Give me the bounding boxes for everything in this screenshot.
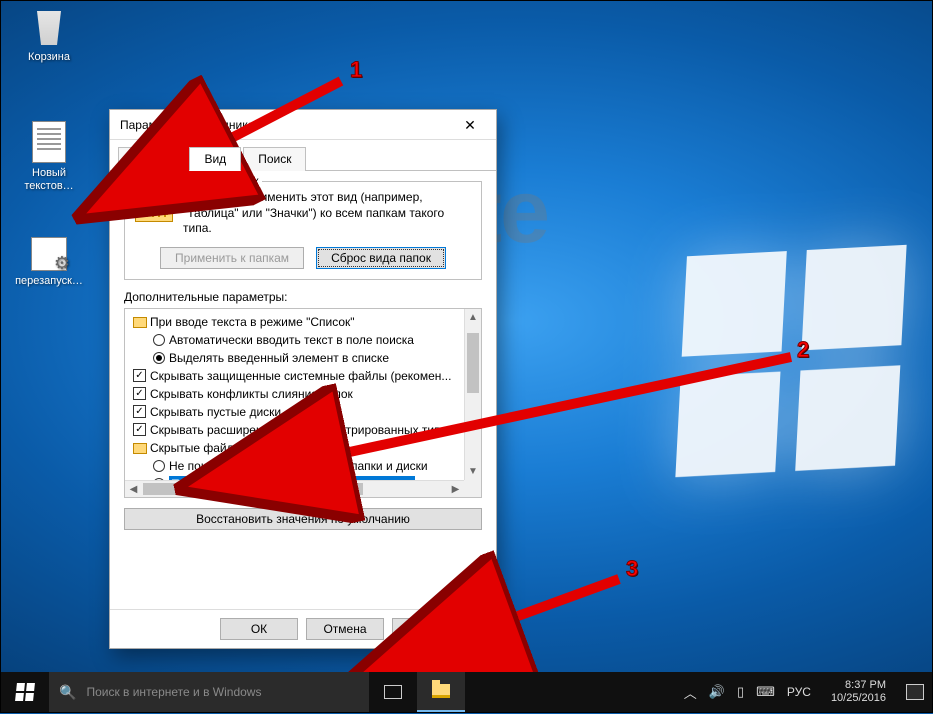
dialog-body: Представление папок Вы можете применить … xyxy=(110,171,496,609)
tree-row[interactable]: Скрывать расширения для зарегистрированн… xyxy=(127,421,482,439)
tree-row[interactable]: Скрывать пустые диски xyxy=(127,403,482,421)
clock-date: 10/25/2016 xyxy=(831,692,886,705)
taskbar: 🔍 Поиск в интернете и в Windows ︿ 🔊 ▯ ⌨ … xyxy=(1,672,932,712)
tree-row-label: Автоматически вводить текст в поле поиск… xyxy=(169,333,414,347)
tree-row-label: При вводе текста в режиме "Список" xyxy=(150,315,355,329)
recycle-bin-icon xyxy=(29,7,69,47)
dialog-footer: ОК Отмена Применить xyxy=(110,609,496,648)
checkbox[interactable] xyxy=(133,405,146,418)
clock-time: 8:37 PM xyxy=(831,679,886,692)
task-view-button[interactable] xyxy=(369,672,417,712)
folder-view-description: Вы можете применить этот вид (например, … xyxy=(183,190,471,237)
taskbar-app-explorer[interactable] xyxy=(417,672,465,712)
tree-row[interactable]: Скрывать защищенные системные файлы (рек… xyxy=(127,367,482,385)
tree-row[interactable]: Скрывать конфликты слияния папок xyxy=(127,385,482,403)
apply-button[interactable]: Применить xyxy=(392,618,484,640)
tree-row-label: Выделять введенный элемент в списке xyxy=(169,351,389,365)
taskbar-clock[interactable]: 8:37 PM 10/25/2016 xyxy=(823,679,894,704)
annotation-number-2: 2 xyxy=(797,337,809,363)
scroll-right-arrow[interactable]: ▶ xyxy=(447,481,464,497)
folder-icon xyxy=(133,317,147,328)
tree-row[interactable]: Выделять введенный элемент в списке xyxy=(127,349,482,367)
horizontal-scrollbar[interactable]: ◀ ▶ xyxy=(125,480,464,497)
windows-logo-icon xyxy=(15,683,35,701)
checkbox[interactable] xyxy=(133,423,146,436)
system-tray: ︿ 🔊 ▯ ⌨ РУС 8:37 PM 10/25/2016 xyxy=(676,672,932,712)
desktop-icon-text-doc[interactable]: Новый текстов… xyxy=(11,121,87,193)
radio-button[interactable] xyxy=(153,334,165,346)
tree-row-label: Скрывать защищенные системные файлы (рек… xyxy=(150,369,451,383)
action-center-button[interactable] xyxy=(906,684,924,700)
tree-row-label: Скрывать конфликты слияния папок xyxy=(150,387,353,401)
restore-defaults-button[interactable]: Восстановить значения по умолчанию xyxy=(124,508,482,530)
scroll-thumb-v[interactable] xyxy=(467,333,479,393)
annotation-number-3: 3 xyxy=(626,556,638,582)
start-button[interactable] xyxy=(1,672,49,712)
tab-general[interactable]: Общие xyxy=(118,147,187,171)
dialog-title: Параметры Проводника xyxy=(120,118,450,132)
radio-button[interactable] xyxy=(153,460,165,472)
radio-button[interactable] xyxy=(153,352,165,364)
apply-to-folders-button: Применить к папкам xyxy=(160,247,304,269)
reset-folders-button[interactable]: Сброс вида папок xyxy=(316,247,446,269)
checkbox[interactable] xyxy=(133,369,146,382)
tree-row: Скрытые файлы и папки xyxy=(127,439,482,457)
search-icon: 🔍 xyxy=(59,684,76,701)
desktop-icon-label: перезапуск… xyxy=(11,275,87,288)
tree-row-label: Скрытые файлы и папки xyxy=(150,441,287,455)
desktop-icon-label: Новый текстов… xyxy=(11,167,87,193)
tab-view[interactable]: Вид xyxy=(189,147,241,171)
folder-grid-icon xyxy=(135,190,173,222)
input-language-indicator[interactable]: РУС xyxy=(787,685,811,699)
tree-row: При вводе текста в режиме "Список" xyxy=(127,313,482,331)
scroll-up-arrow[interactable]: ▲ xyxy=(465,309,481,326)
desktop-icon-label: Корзина xyxy=(11,51,87,64)
scroll-down-arrow[interactable]: ▼ xyxy=(465,463,481,480)
dialog-titlebar[interactable]: Параметры Проводника ✕ xyxy=(110,110,496,140)
dialog-tabstrip: Общие Вид Поиск xyxy=(110,140,496,171)
tab-search[interactable]: Поиск xyxy=(243,147,306,171)
desktop-icon-recycle-bin[interactable]: Корзина xyxy=(11,7,87,64)
advanced-settings-tree[interactable]: При вводе текста в режиме "Список" Автома… xyxy=(124,308,482,498)
tray-chevron-up-icon[interactable]: ︿ xyxy=(684,683,697,702)
battery-icon[interactable]: ▯ xyxy=(737,684,744,700)
taskbar-search[interactable]: 🔍 Поиск в интернете и в Windows xyxy=(49,672,369,712)
tree-row-label: Скрывать расширения для зарегистрированн… xyxy=(150,423,447,437)
tree-row-label: Не показывать скрытые файлы, папки и дис… xyxy=(169,459,428,473)
volume-icon[interactable]: 🔊 xyxy=(709,684,725,700)
search-placeholder: Поиск в интернете и в Windows xyxy=(86,685,261,699)
annotation-number-1: 1 xyxy=(350,57,362,83)
tree-row[interactable]: Автоматически вводить текст в поле поиск… xyxy=(127,331,482,349)
scroll-thumb-h[interactable] xyxy=(143,483,363,495)
batch-file-icon xyxy=(31,237,67,271)
checkbox[interactable] xyxy=(133,387,146,400)
text-file-icon xyxy=(32,121,66,163)
folder-view-groupbox: Представление папок Вы можете применить … xyxy=(124,181,482,280)
folder-view-legend: Представление папок xyxy=(133,174,262,188)
ok-button[interactable]: ОК xyxy=(220,618,298,640)
folder-options-dialog: Параметры Проводника ✕ Общие Вид Поиск П… xyxy=(109,109,497,649)
tree-row-label: Скрывать пустые диски xyxy=(150,405,281,419)
file-explorer-icon xyxy=(432,684,450,698)
tree-row[interactable]: Не показывать скрытые файлы, папки и дис… xyxy=(127,457,482,475)
advanced-settings-label: Дополнительные параметры: xyxy=(124,290,482,304)
desktop-icon-batch-file[interactable]: перезапуск… xyxy=(11,237,87,288)
cancel-button[interactable]: Отмена xyxy=(306,618,384,640)
scroll-corner xyxy=(464,480,481,497)
close-button[interactable]: ✕ xyxy=(450,113,490,137)
keyboard-icon[interactable]: ⌨ xyxy=(756,684,775,700)
folder-icon xyxy=(133,443,147,454)
task-view-icon xyxy=(384,685,402,699)
scroll-left-arrow[interactable]: ◀ xyxy=(125,481,142,497)
vertical-scrollbar[interactable]: ▲ ▼ xyxy=(464,309,481,480)
